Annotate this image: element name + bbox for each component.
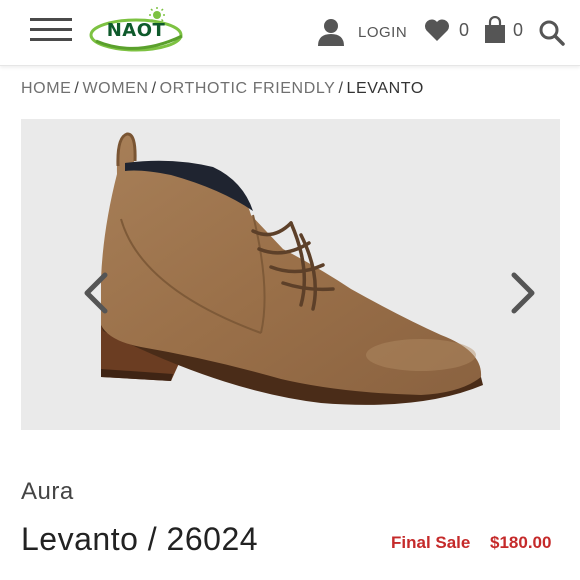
search-icon[interactable] bbox=[538, 19, 566, 47]
breadcrumb-current: LEVANTO bbox=[346, 80, 424, 97]
logo-text: NAOT bbox=[106, 20, 166, 41]
breadcrumb-home[interactable]: HOME bbox=[21, 80, 71, 97]
login-label: LOGIN bbox=[358, 23, 408, 41]
breadcrumb-separator: / bbox=[338, 80, 344, 97]
wishlist-count: 0 bbox=[459, 19, 470, 40]
hamburger-menu-icon[interactable] bbox=[30, 16, 72, 44]
naot-logo[interactable]: NAOT bbox=[88, 6, 188, 56]
user-icon bbox=[318, 19, 344, 46]
cart-button[interactable]: 0 bbox=[484, 16, 523, 44]
wishlist-button[interactable]: 0 bbox=[424, 18, 469, 42]
heart-icon bbox=[424, 19, 450, 41]
product-collection: Aura bbox=[21, 478, 74, 505]
cart-count: 0 bbox=[513, 19, 524, 40]
shopping-bag-icon bbox=[485, 16, 505, 43]
product-price: $180.00 bbox=[490, 533, 552, 552]
site-header: NAOT LOGIN 0 0 bbox=[0, 0, 580, 66]
login-link[interactable]: LOGIN bbox=[318, 16, 407, 48]
breadcrumb-women[interactable]: WOMEN bbox=[82, 80, 148, 97]
chevron-right-icon[interactable] bbox=[508, 271, 538, 315]
breadcrumb-separator: / bbox=[151, 80, 157, 97]
final-sale-label: Final Sale bbox=[391, 533, 471, 552]
breadcrumb-separator: / bbox=[74, 80, 80, 97]
product-title: Levanto / 26024 bbox=[21, 521, 259, 557]
product-image-gallery bbox=[21, 119, 560, 430]
breadcrumb: HOME / WOMEN / ORTHOTIC FRIENDLY / LEVANTO bbox=[21, 80, 424, 98]
breadcrumb-orthotic-friendly[interactable]: ORTHOTIC FRIENDLY bbox=[160, 80, 336, 97]
chevron-left-icon[interactable] bbox=[81, 271, 111, 315]
